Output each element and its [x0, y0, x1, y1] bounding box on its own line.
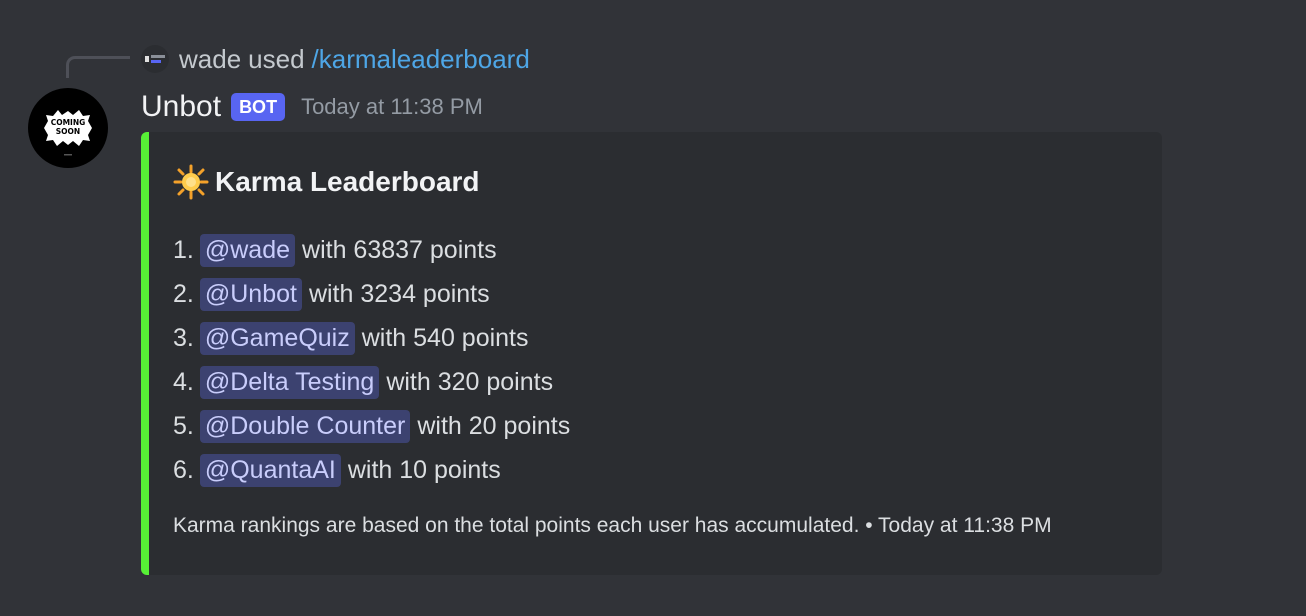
rank-number: 1.: [173, 235, 194, 264]
rank-number: 3.: [173, 323, 194, 352]
reply-username[interactable]: wade: [179, 44, 241, 75]
bot-badge: BOT: [231, 93, 286, 121]
leaderboard-embed: Karma Leaderboard 1. @wade with 63837 po…: [141, 132, 1162, 575]
leaderboard-list: 1. @wade with 63837 points 2. @Unbot wit…: [173, 228, 570, 492]
mini-logo-icon: [145, 55, 165, 63]
command-reply-context[interactable]: wade used /karmaleaderboard: [141, 42, 530, 76]
leaderboard-row: 3. @GameQuiz with 540 points: [173, 316, 570, 360]
rank-number: 6.: [173, 455, 194, 484]
rank-number: 4.: [173, 367, 194, 396]
rank-number: 5.: [173, 411, 194, 440]
embed-title-text: Karma Leaderboard: [215, 166, 480, 197]
leaderboard-row: 6. @QuantaAI with 10 points: [173, 448, 570, 492]
reply-connector-line: [66, 56, 130, 78]
user-mention[interactable]: @Double Counter: [199, 409, 411, 443]
points-text: with 10 points: [347, 455, 501, 484]
user-mention[interactable]: @wade: [199, 233, 296, 267]
author-username[interactable]: Unbot: [141, 90, 221, 124]
points-text: with 63837 points: [302, 235, 497, 264]
embed-footer: Karma rankings are based on the total po…: [173, 514, 1052, 537]
user-mention[interactable]: @GameQuiz: [199, 321, 355, 355]
leaderboard-row: 4. @Delta Testing with 320 points: [173, 360, 570, 404]
user-mention[interactable]: @QuantaAI: [199, 453, 341, 487]
points-text: with 540 points: [361, 323, 529, 352]
points-text: with 20 points: [417, 411, 571, 440]
avatar-text-line-2: SOON: [56, 127, 80, 136]
slash-command-link[interactable]: /karmaleaderboard: [312, 44, 530, 75]
leaderboard-row: 1. @wade with 63837 points: [173, 228, 570, 272]
user-mention[interactable]: @Unbot: [199, 277, 302, 311]
embed-title: Karma Leaderboard: [173, 164, 480, 200]
avatar-text-line-1: COMING: [51, 118, 86, 127]
rank-number: 2.: [173, 279, 194, 308]
leaderboard-row: 2. @Unbot with 3234 points: [173, 272, 570, 316]
message-timestamp[interactable]: Today at 11:38 PM: [301, 94, 483, 120]
glowing-star-icon: [173, 164, 209, 200]
points-text: with 3234 points: [308, 279, 490, 308]
leaderboard-row: 5. @Double Counter with 20 points: [173, 404, 570, 448]
reply-action-text: used: [248, 43, 305, 74]
message-header: Unbot BOT Today at 11:38 PM: [141, 86, 483, 128]
bot-avatar[interactable]: COMING SOON: [28, 88, 108, 168]
points-text: with 320 points: [386, 367, 554, 396]
user-mention[interactable]: @Delta Testing: [199, 365, 380, 399]
coming-soon-logo-icon: COMING SOON: [44, 110, 92, 156]
reply-user-avatar[interactable]: [141, 45, 169, 73]
